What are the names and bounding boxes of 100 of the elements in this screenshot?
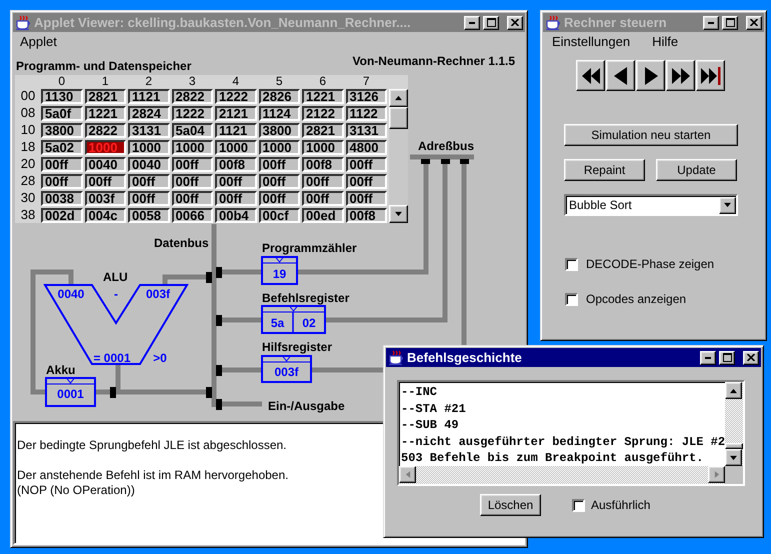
play-button[interactable] [636, 60, 665, 91]
memory-cell[interactable]: 1121 [128, 89, 170, 104]
memory-cell[interactable]: 00ff [346, 191, 387, 206]
memory-cell[interactable]: 00ff [128, 191, 170, 206]
menu-item[interactable]: Applet [13, 34, 64, 48]
scroll-up-button[interactable] [389, 89, 408, 107]
memory-cell[interactable]: 1124 [258, 106, 300, 121]
minimize-button[interactable] [703, 16, 719, 30]
rewind-button[interactable] [576, 60, 605, 91]
memory-cell[interactable]: 1221 [84, 106, 126, 121]
memory-cell[interactable]: 00b4 [215, 208, 256, 223]
memory-cell[interactable]: 3131 [346, 123, 387, 138]
memory-cell[interactable]: 3800 [258, 123, 300, 138]
memory-cell[interactable]: 4800 [346, 140, 387, 155]
memory-cell[interactable]: 00ff [302, 191, 344, 206]
memory-cell[interactable]: 1121 [215, 123, 256, 138]
memory-cell[interactable]: 00ff [41, 157, 82, 172]
memory-cell[interactable]: 2821 [84, 89, 126, 104]
memory-cell[interactable]: 00ff [172, 157, 213, 172]
fast-forward-button[interactable] [666, 60, 695, 91]
vertical-scrollbar[interactable] [389, 89, 408, 223]
memory-cell[interactable]: 2826 [258, 89, 300, 104]
memory-cell[interactable]: 00ff [128, 174, 170, 189]
checkbox[interactable] [565, 258, 578, 270]
minimize-button[interactable] [700, 350, 716, 364]
memory-cell[interactable]: 00cf [258, 208, 300, 223]
memory-cell[interactable]: 1000 [215, 140, 256, 155]
close-button[interactable] [743, 350, 759, 364]
scroll-thumb[interactable] [389, 107, 408, 129]
program-dropdown[interactable]: Bubble Sort [564, 194, 738, 216]
maximize-button[interactable] [719, 350, 735, 364]
minimize-button[interactable] [464, 16, 480, 30]
memory-cell[interactable]: 2821 [302, 123, 344, 138]
memory-cell[interactable]: 00ff [172, 191, 213, 206]
memory-cell[interactable]: 5a04 [172, 123, 213, 138]
skip-to-end-button[interactable] [696, 60, 725, 91]
memory-cell[interactable]: 00ff [346, 174, 387, 189]
memory-cell[interactable]: 0038 [41, 191, 82, 206]
clear-button[interactable]: Löschen [480, 494, 541, 516]
memory-cell[interactable]: 004c [84, 208, 126, 223]
memory-cell[interactable]: 00f8 [215, 157, 256, 172]
memory-cell[interactable]: 1000 [302, 140, 344, 155]
memory-cell[interactable]: 00ff [215, 191, 256, 206]
memory-cell[interactable]: 0058 [128, 208, 170, 223]
horizontal-scrollbar[interactable] [399, 466, 725, 484]
menu-item[interactable]: Einstellungen [544, 34, 638, 48]
scroll-left-button[interactable] [399, 466, 416, 483]
action-button[interactable]: Update [656, 159, 737, 181]
memory-cell[interactable]: 00ff [258, 191, 300, 206]
menu-item[interactable]: Hilfe [644, 34, 686, 48]
checkbox[interactable] [565, 292, 578, 306]
memory-cell[interactable]: 1221 [302, 89, 344, 104]
memory-cell[interactable]: 5a02 [41, 140, 82, 155]
scroll-up-button[interactable] [725, 382, 742, 399]
scroll-thumb[interactable] [725, 443, 743, 449]
checkbox[interactable] [572, 498, 585, 512]
memory-cell[interactable]: 5a0f [41, 106, 82, 121]
memory-cell[interactable]: 00ff [258, 174, 300, 189]
close-button[interactable] [507, 16, 523, 30]
memory-cell[interactable]: 0040 [84, 157, 126, 172]
memory-cell[interactable]: 00f8 [346, 208, 387, 223]
memory-cell[interactable]: 3126 [346, 89, 387, 104]
memory-cell[interactable]: 00ed [302, 208, 344, 223]
memory-cell[interactable]: 0066 [172, 208, 213, 223]
memory-cell[interactable]: 1000 [258, 140, 300, 155]
scroll-right-button[interactable] [708, 466, 725, 483]
memory-cell[interactable]: 0040 [128, 157, 170, 172]
memory-cell[interactable]: 2822 [172, 89, 213, 104]
memory-cell[interactable]: 2822 [84, 123, 126, 138]
memory-cell[interactable]: 00ff [346, 157, 387, 172]
memory-cell[interactable]: 1222 [172, 106, 213, 121]
memory-cell[interactable]: 00ff [41, 174, 82, 189]
close-button[interactable] [746, 16, 762, 30]
memory-cell[interactable]: 00ff [84, 174, 126, 189]
memory-cell[interactable]: 2121 [215, 106, 256, 121]
memory-cell[interactable]: 00ff [215, 174, 256, 189]
maximize-icon [726, 18, 734, 27]
memory-cell[interactable]: 2824 [128, 106, 170, 121]
memory-cell[interactable]: 1000 [172, 140, 213, 155]
memory-cell[interactable]: 00f8 [302, 157, 344, 172]
action-button[interactable]: Repaint [564, 159, 645, 181]
memory-cell[interactable]: 003f [84, 191, 126, 206]
restart-button[interactable]: Simulation neu starten [564, 124, 738, 146]
memory-cell[interactable]: 3131 [128, 123, 170, 138]
memory-cell[interactable]: 3800 [41, 123, 82, 138]
scroll-down-button[interactable] [389, 205, 408, 223]
memory-cell[interactable]: 1122 [346, 106, 387, 121]
step-back-button[interactable] [606, 60, 635, 91]
memory-cell[interactable]: 00ff [302, 174, 344, 189]
memory-cell[interactable]: 1130 [41, 89, 82, 104]
memory-cell[interactable]: 00ff [258, 157, 300, 172]
maximize-button[interactable] [722, 16, 738, 30]
memory-cell[interactable]: 1222 [215, 89, 256, 104]
scroll-down-button[interactable] [725, 449, 742, 466]
memory-cell[interactable]: 002d [41, 208, 82, 223]
memory-cell[interactable]: 1000 [128, 140, 170, 155]
memory-cell[interactable]: 2122 [302, 106, 344, 121]
maximize-button[interactable] [483, 16, 499, 30]
title-bar[interactable]: Befehlsgeschichte [386, 348, 761, 367]
memory-cell[interactable]: 00ff [172, 174, 213, 189]
